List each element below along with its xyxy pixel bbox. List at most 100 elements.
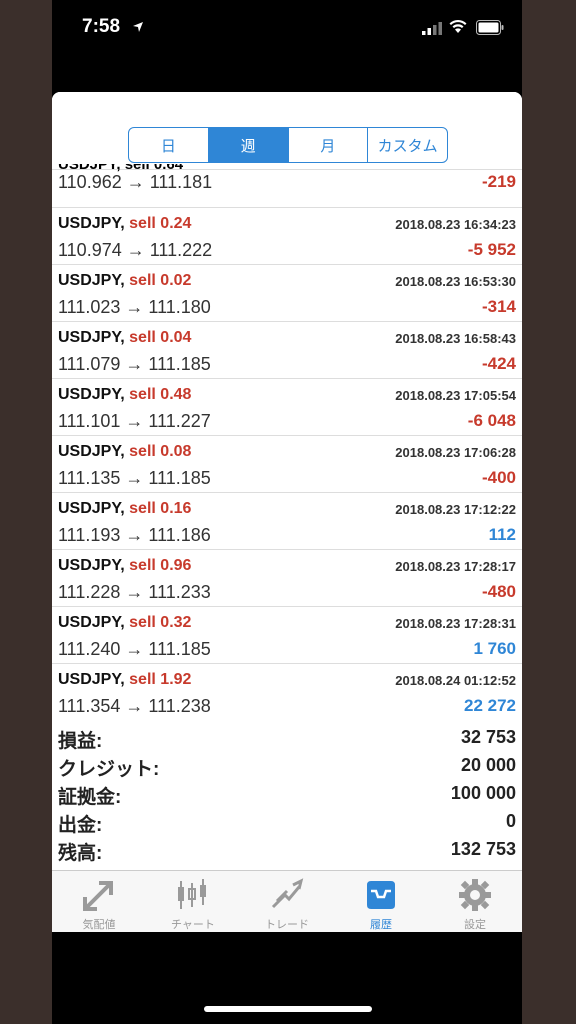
trade-prices: 111.354 → 111.238	[58, 696, 211, 716]
summary-label: 残高:	[58, 843, 103, 864]
phone-screen: 7:58 日週月カスタム USDJPY, sell 0.64 110.962 →…	[52, 0, 522, 1024]
trade-prices: 111.101 → 111.227	[58, 411, 211, 431]
tab-trade[interactable]: トレード	[240, 871, 334, 932]
background-right	[522, 0, 576, 1024]
symbol-name: USDJPY,	[58, 500, 125, 517]
summary-label: 証拠金:	[58, 787, 122, 808]
trade-row[interactable]: USDJPY, sell 0.04 2018.08.23 16:58:43 111.…	[52, 322, 522, 379]
trade-row[interactable]: USDJPY, sell 0.48 2018.08.23 17:05:54 111.…	[52, 379, 522, 436]
tab-settings[interactable]: 設定	[428, 871, 522, 932]
trade-row[interactable]: USDJPY, sell 0.24 2018.08.23 16:34:23 110.…	[52, 208, 522, 265]
trade-row[interactable]: USDJPY, sell 0.08 2018.08.23 17:06:28 111.…	[52, 436, 522, 493]
trade-side-volume: sell 0.24	[129, 215, 192, 232]
summary-label: 出金:	[58, 815, 103, 836]
trade-profit: -314	[481, 297, 516, 316]
trade-row[interactable]: USDJPY, sell 0.32 2018.08.23 17:28:31 111.…	[52, 607, 522, 664]
tab-label: トレード	[265, 919, 309, 931]
list-item-partial[interactable]: USDJPY, sell 0.64 110.962 → 111.181 -219	[52, 164, 522, 208]
trade-side-volume: sell 1.92	[129, 671, 192, 688]
trade-time: 2018.08.23 17:28:17	[395, 559, 516, 574]
settings-icon	[459, 879, 491, 911]
period-tab-2[interactable]: 月	[289, 128, 369, 162]
summary-row: 出金: 0	[52, 808, 522, 836]
summary-label: クレジット:	[58, 759, 160, 780]
summary-row: 損益: 32 753	[52, 724, 522, 752]
trade-profit: -219	[481, 172, 516, 191]
trade-row[interactable]: USDJPY, sell 0.02 2018.08.23 16:53:30 111.…	[52, 265, 522, 322]
quotes-icon	[83, 881, 113, 911]
trade-symbol: USDJPY, sell 0.02	[58, 272, 191, 290]
background-left	[0, 0, 52, 1024]
period-tab-0[interactable]: 日	[129, 128, 209, 162]
symbol-name: USDJPY,	[58, 386, 125, 403]
symbol-name: USDJPY,	[58, 671, 125, 688]
summary-label: 損益:	[58, 731, 103, 752]
trade-symbol: USDJPY, sell 0.16	[58, 500, 191, 518]
trade-time: 2018.08.23 16:53:30	[395, 274, 516, 289]
summary-row: 残高: 132 753	[52, 836, 522, 864]
trade-icon	[271, 878, 304, 909]
trade-side-volume: sell 0.02	[129, 272, 192, 289]
trade-history-list[interactable]: USDJPY, sell 0.64 110.962 → 111.181 -219…	[52, 164, 522, 718]
trade-time: 2018.08.23 17:06:28	[395, 445, 516, 460]
tab-label: 気配値	[82, 919, 116, 931]
trade-profit: 22 272	[464, 696, 516, 715]
symbol-name: USDJPY,	[58, 272, 125, 289]
trade-symbol: USDJPY, sell 1.92	[58, 671, 191, 689]
trade-side-volume: sell 0.16	[129, 500, 192, 517]
tab-label: 設定	[464, 919, 486, 931]
trade-side-volume: sell 0.08	[129, 443, 192, 460]
tab-label: チャート	[171, 919, 215, 931]
symbol-name: USDJPY,	[58, 614, 125, 631]
trade-time: 2018.08.24 01:12:52	[395, 673, 516, 688]
tab-bar: 気配値 チャート トレード 履歴 設定	[52, 870, 522, 932]
period-selector-bar: 日週月カスタム	[52, 92, 522, 170]
trade-prices: 111.079 → 111.185	[58, 354, 211, 374]
trade-time: 2018.08.23 16:58:43	[395, 331, 516, 346]
trade-symbol: USDJPY, sell 0.32	[58, 614, 191, 632]
trade-side-volume: sell 0.04	[129, 329, 192, 346]
trade-prices: 110.962 → 111.181	[58, 172, 213, 192]
trade-prices: 111.228 → 111.233	[58, 582, 211, 602]
summary-value: 132 753	[450, 839, 516, 859]
symbol-name: USDJPY,	[58, 329, 125, 346]
home-indicator[interactable]	[204, 1006, 372, 1012]
tab-history[interactable]: 履歴	[334, 871, 428, 932]
trade-row[interactable]: USDJPY, sell 1.92 2018.08.24 01:12:52 111.…	[52, 664, 522, 718]
period-tab-1[interactable]: 週	[208, 128, 289, 162]
trade-prices: 111.193 → 111.186	[58, 525, 211, 545]
summary-row: 証拠金: 100 000	[52, 780, 522, 808]
summary-row: クレジット: 20 000	[52, 752, 522, 780]
trade-symbol: USDJPY, sell 0.48	[58, 386, 191, 404]
trade-prices: 111.023 → 111.180	[58, 297, 211, 317]
battery-icon	[476, 20, 504, 35]
trade-profit: -6 048	[467, 411, 516, 430]
summary-value: 0	[505, 811, 516, 831]
trade-profit: -400	[481, 468, 516, 487]
symbol-name: USDJPY,	[58, 443, 125, 460]
summary-value: 20 000	[460, 755, 516, 775]
status-bar: 7:58	[52, 0, 522, 60]
location-arrow-icon	[133, 22, 143, 32]
history-icon	[367, 881, 395, 909]
tab-quotes[interactable]: 気配値	[52, 871, 146, 932]
tab-chart[interactable]: チャート	[146, 871, 240, 932]
trade-row[interactable]: USDJPY, sell 0.96 2018.08.23 17:28:17 111.…	[52, 550, 522, 607]
trade-row[interactable]: USDJPY, sell 0.16 2018.08.23 17:12:22 111.…	[52, 493, 522, 550]
trade-side-volume: sell 0.48	[129, 386, 192, 403]
trade-time: 2018.08.23 17:05:54	[395, 388, 516, 403]
trade-time: 2018.08.23 17:12:22	[395, 502, 516, 517]
trade-profit: -424	[481, 354, 516, 373]
trade-side-volume: sell 0.32	[129, 614, 192, 631]
period-tab-3[interactable]: カスタム	[368, 128, 447, 162]
trade-time: 2018.08.23 17:28:31	[395, 616, 516, 631]
history-sheet: 日週月カスタム USDJPY, sell 0.64 110.962 → 111.…	[52, 92, 522, 932]
trade-profit: -480	[481, 582, 516, 601]
account-summary: 損益: 32 753 クレジット: 20 000 証拠金: 100 000 出金: 0 残高: 1…	[52, 724, 522, 868]
trade-side-volume: sell 0.96	[129, 557, 192, 574]
trade-symbol: USDJPY, sell 0.04	[58, 329, 191, 347]
trade-prices: 111.240 → 111.185	[58, 639, 211, 659]
tab-label: 履歴	[370, 919, 392, 931]
trade-profit: -5 952	[467, 240, 516, 259]
trade-symbol: USDJPY, sell 0.24	[58, 215, 191, 233]
